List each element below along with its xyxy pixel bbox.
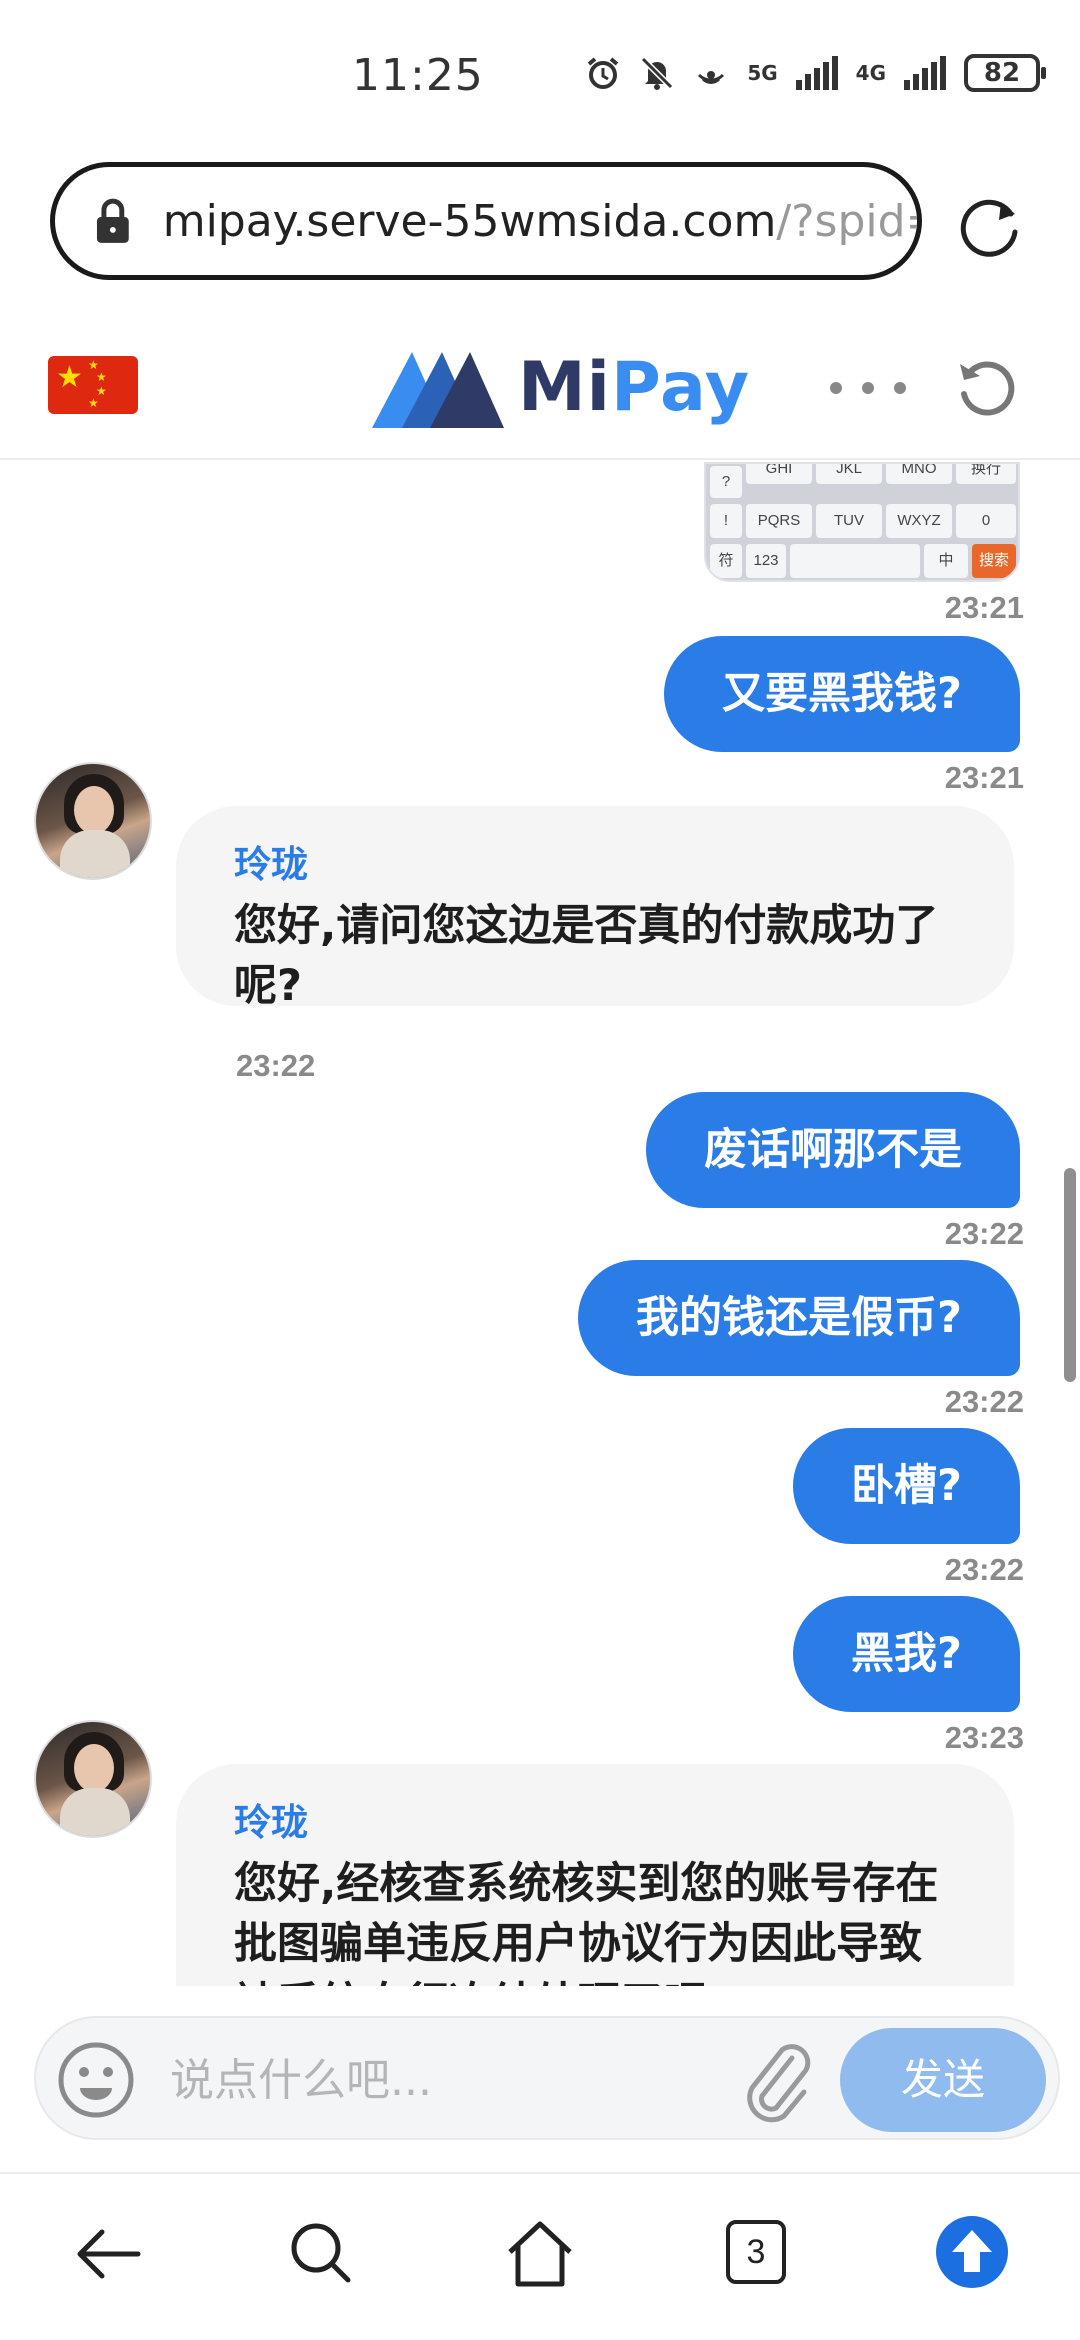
alarm-icon	[585, 55, 621, 91]
more-options-icon[interactable]	[830, 376, 906, 400]
tabs-count-button[interactable]: 3	[726, 2220, 786, 2284]
avatar[interactable]	[34, 762, 152, 880]
back-arrow-icon[interactable]	[68, 2214, 148, 2294]
status-icons: 5G 4G 82	[585, 54, 1046, 92]
attachment-icon[interactable]	[736, 2036, 816, 2124]
message-time: 23:22	[944, 1552, 1024, 1587]
logo-text: MiPay	[518, 348, 750, 427]
message-time: 23:21	[944, 760, 1024, 795]
key: 换行	[956, 464, 1016, 484]
network-5g-label: 5G	[747, 61, 778, 85]
reload-icon[interactable]	[955, 190, 1025, 260]
lock-icon	[96, 198, 129, 243]
message-time: 23:21	[944, 590, 1024, 625]
message-input[interactable]	[170, 2040, 730, 2120]
search-icon[interactable]	[282, 2214, 362, 2294]
mipay-logo-mark-icon	[372, 352, 504, 428]
url-domain: mipay.serve-55wmsida.com	[162, 195, 777, 247]
message-text: 您好,经核查系统核实到您的账号存在批图骗单违反用户协议行为因此导致被系统自行冻结…	[234, 1859, 939, 1986]
url-text[interactable]: mipay.serve-55wmsida.com/?spid=	[163, 196, 917, 247]
message-text: 您好,请问您这边是否真的付款成功了呢?	[234, 901, 939, 1011]
keyboard-screenshot-image[interactable]: ? GHI JKL MNO 换行 ! PQRS TUV WXYZ 0 符 123…	[704, 462, 1020, 582]
scrollbar[interactable]	[1064, 1168, 1076, 1382]
home-icon[interactable]	[500, 2214, 580, 2294]
key: WXYZ	[886, 504, 952, 538]
message-outgoing[interactable]: 黑我?	[793, 1596, 1020, 1712]
key: MNO	[886, 464, 952, 484]
signal-bars-icon	[795, 56, 838, 90]
key: 搜索	[972, 544, 1016, 578]
message-outgoing[interactable]: 又要黑我钱?	[664, 636, 1020, 752]
sender-name: 玲珑	[234, 843, 308, 886]
key: TUV	[816, 504, 882, 538]
key: 123	[746, 544, 786, 578]
space-key	[790, 544, 920, 578]
message-incoming[interactable]: 玲珑 您好,经核查系统核实到您的账号存在批图骗单违反用户协议行为因此导致被系统自…	[176, 1764, 1014, 1986]
refresh-icon[interactable]	[952, 354, 1022, 424]
china-flag-icon[interactable]: ★ ★ ★ ★ ★	[48, 356, 138, 414]
mute-icon	[639, 55, 675, 91]
message-outgoing[interactable]: 卧槽?	[793, 1428, 1020, 1544]
logo-pay: Pay	[610, 347, 751, 427]
battery-icon: 82	[964, 54, 1046, 92]
message-incoming[interactable]: 玲珑 您好,请问您这边是否真的付款成功了呢?	[176, 806, 1014, 1011]
message-time: 23:22	[944, 1384, 1024, 1419]
key: 0	[956, 504, 1016, 538]
status-bar: 11:25 5G 4G 82	[0, 0, 1080, 150]
url-path: /?spid=	[776, 195, 917, 247]
send-button[interactable]: 发送	[840, 2028, 1046, 2132]
key: !	[710, 504, 742, 538]
address-bar[interactable]: mipay.serve-55wmsida.com/?spid=	[50, 162, 922, 280]
avatar[interactable]	[34, 1720, 152, 1838]
status-time: 11:25	[352, 50, 484, 101]
site-header: ★ ★ ★ ★ ★ MiPay	[0, 320, 1080, 460]
message-outgoing[interactable]: 废话啊那不是	[646, 1092, 1020, 1208]
message-time: 23:22	[944, 1216, 1024, 1251]
hotspot-icon	[693, 55, 729, 91]
network-4g-label: 4G	[855, 61, 886, 85]
message-time: 23:22	[236, 1048, 316, 1083]
arrow-up-icon	[952, 2230, 992, 2272]
message-composer: 发送	[34, 2016, 1060, 2140]
scroll-to-top-button[interactable]	[936, 2216, 1008, 2288]
chat-area[interactable]: ? GHI JKL MNO 换行 ! PQRS TUV WXYZ 0 符 123…	[0, 462, 1080, 1986]
emoji-icon[interactable]	[56, 2040, 136, 2120]
browser-bottom-nav: 3	[0, 2172, 1080, 2340]
logo-mi: Mi	[518, 347, 611, 427]
key: JKL	[816, 464, 882, 484]
signal-bars-icon	[904, 56, 946, 90]
sender-name: 玲珑	[234, 1801, 308, 1844]
message-time: 23:23	[944, 1720, 1024, 1755]
key: PQRS	[746, 504, 812, 538]
key: ?	[710, 466, 742, 498]
mipay-logo: MiPay	[372, 342, 750, 432]
key: GHI	[746, 464, 812, 484]
message-outgoing[interactable]: 我的钱还是假币?	[578, 1260, 1020, 1376]
key: 中	[924, 544, 968, 578]
key: 符	[710, 544, 742, 578]
